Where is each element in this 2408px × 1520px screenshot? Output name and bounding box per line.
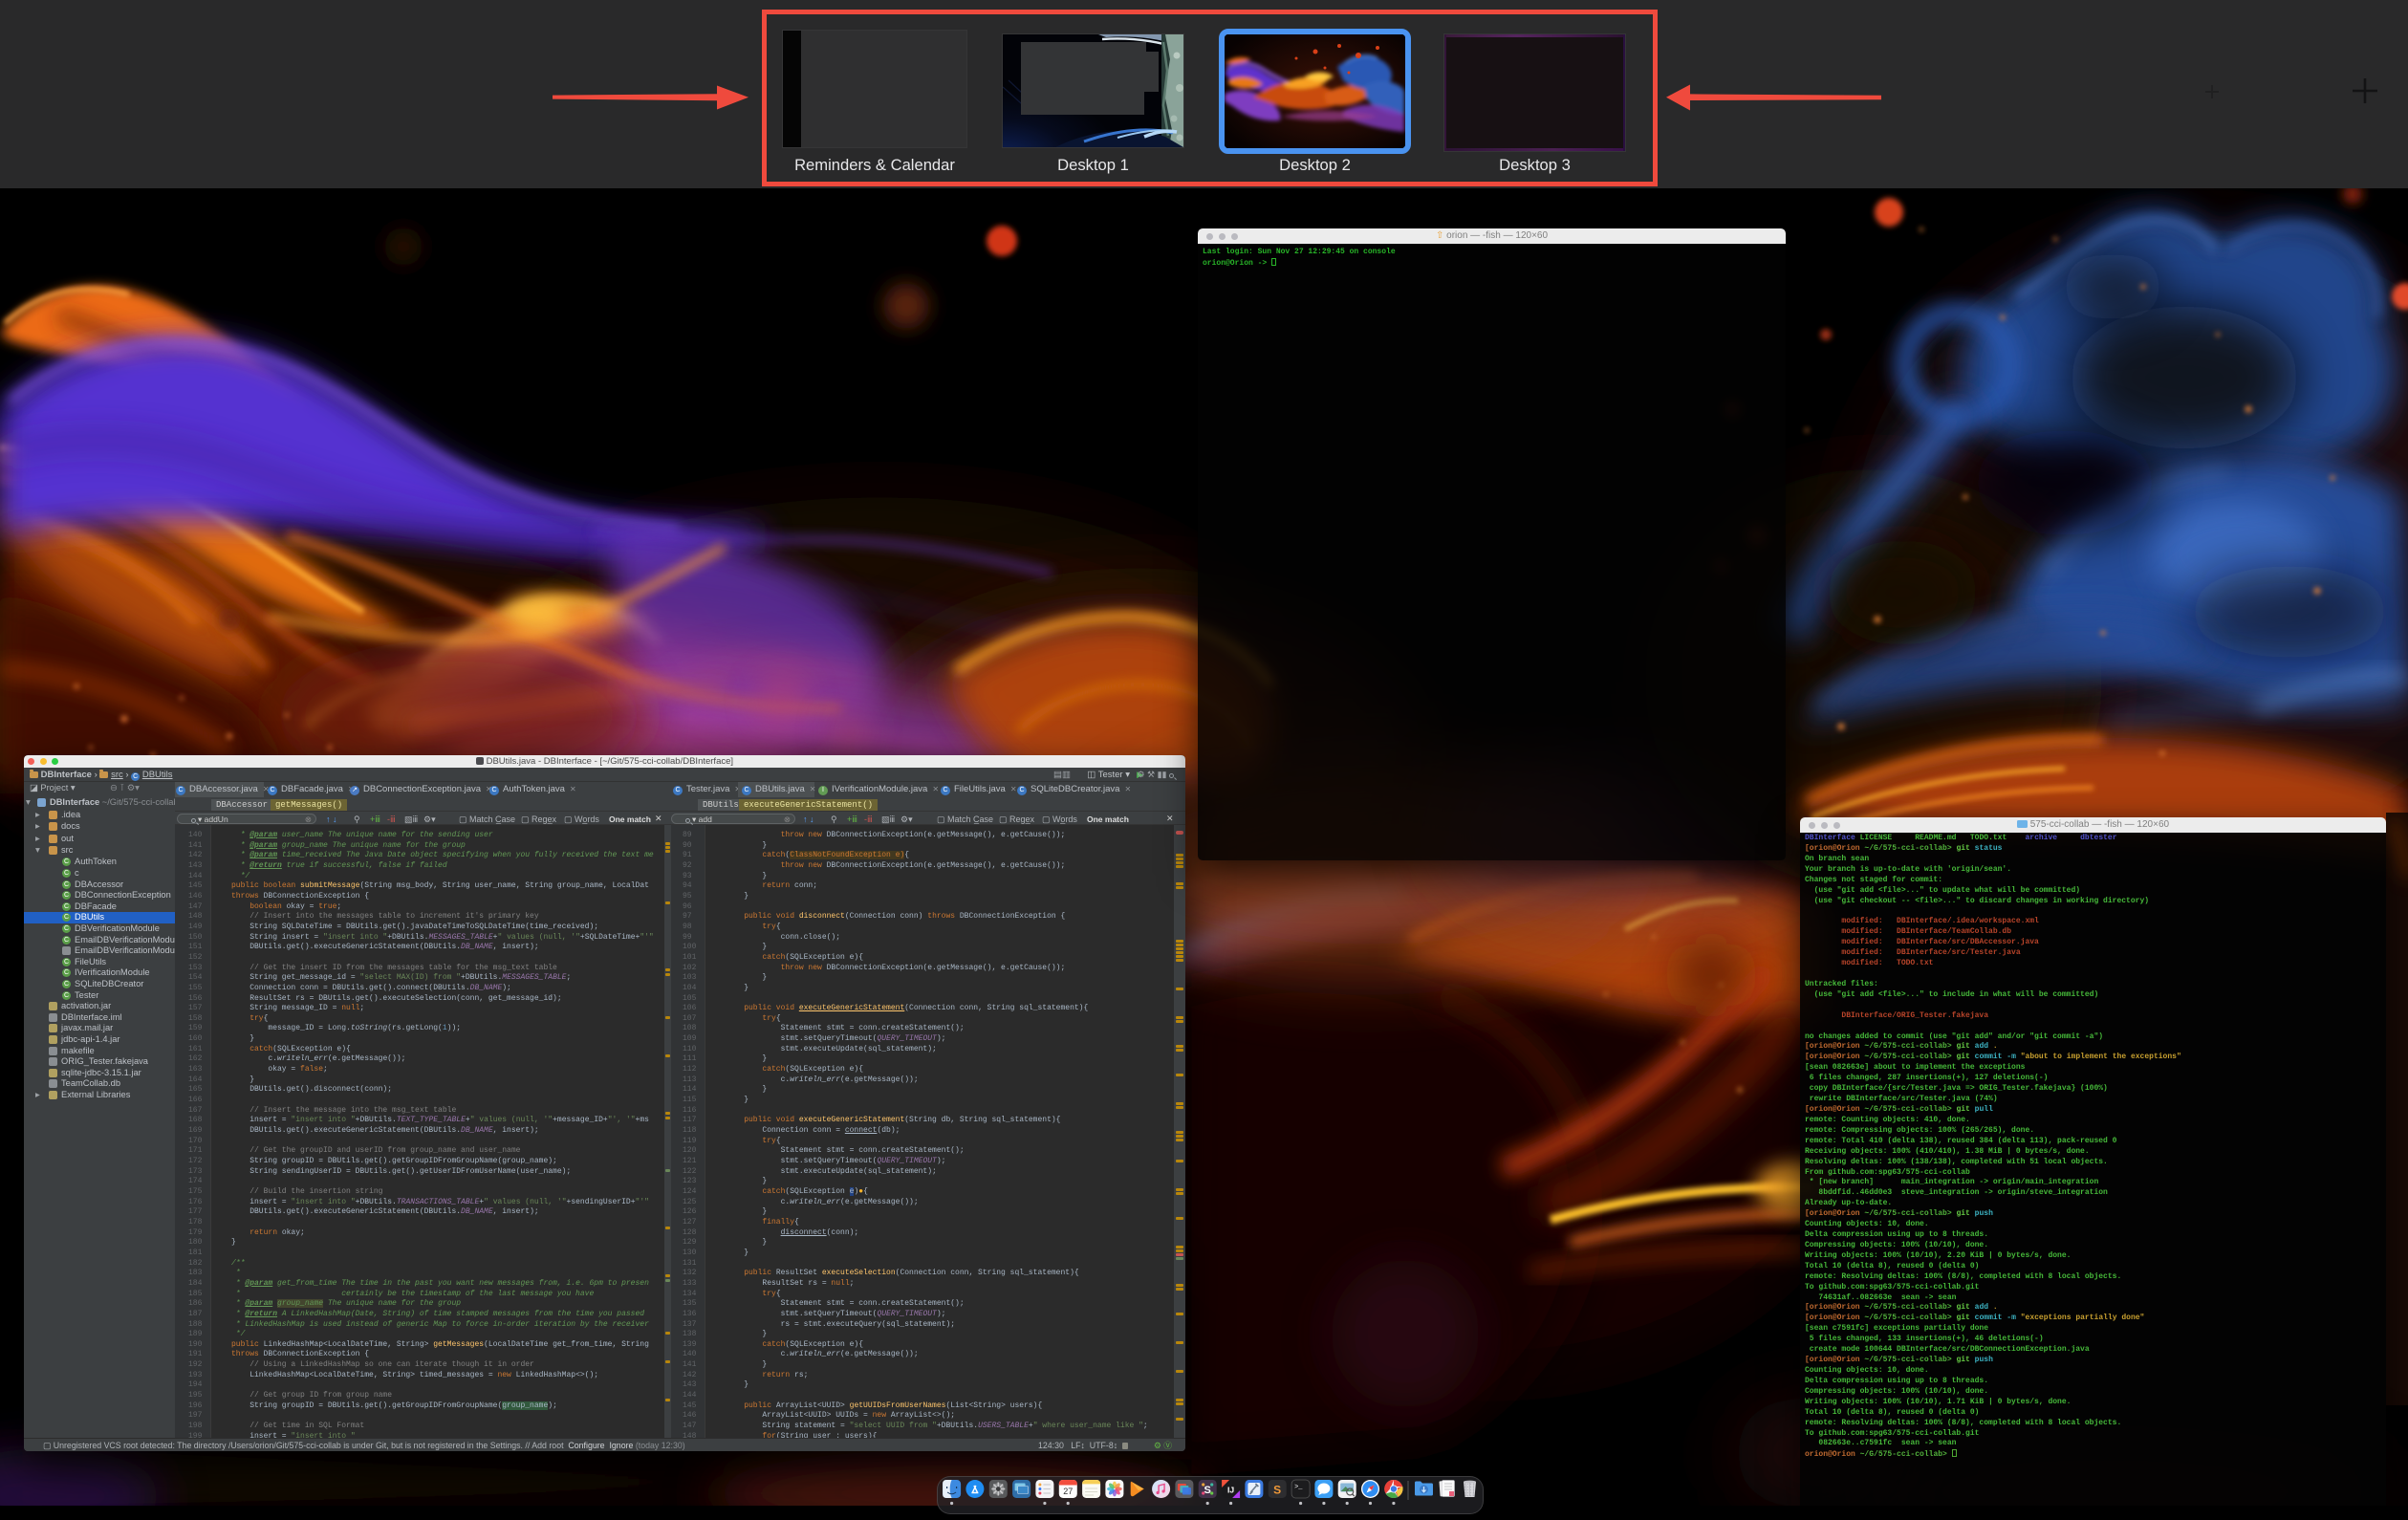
svg-text:>_: >_ <box>1294 1484 1303 1491</box>
svg-text:S: S <box>1273 1484 1281 1497</box>
svg-text:IJ: IJ <box>1227 1486 1234 1495</box>
svg-text:S: S <box>1204 1485 1211 1496</box>
svg-text:27: 27 <box>1063 1487 1073 1496</box>
